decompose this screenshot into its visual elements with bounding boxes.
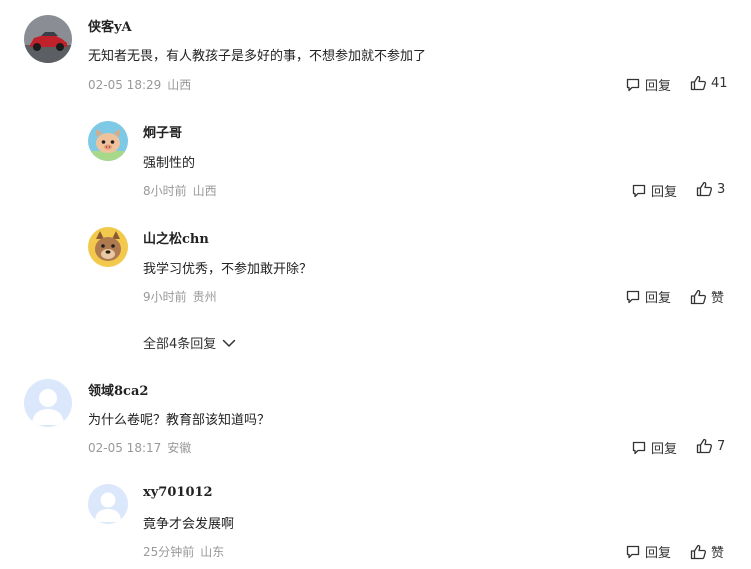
username[interactable]: 山之松chn [143, 228, 209, 247]
comment-text: 强制性的 [143, 156, 196, 171]
expand-replies-label: 全部4条回复 [143, 337, 217, 352]
comment-meta: 8小时前 山西 [143, 182, 217, 199]
comment-text: 无知者无畏，有人教孩子是多好的事，不想参加就不参加了 [88, 49, 427, 64]
username[interactable]: 炯子哥 [143, 122, 182, 141]
comment-text: 我学习优秀，不参加敢开除？ [143, 262, 313, 277]
comment-icon [632, 184, 646, 197]
avatar[interactable] [88, 484, 128, 524]
comment-meta: 02-05 18:29 山西 [88, 76, 191, 93]
like-button[interactable]: 7 [696, 438, 725, 454]
like-button[interactable]: 赞 [690, 287, 724, 306]
avatar[interactable] [88, 227, 128, 267]
thumbs-up-icon [690, 75, 707, 91]
comment-meta: 02-05 18:17 安徽 [88, 439, 191, 456]
avatar[interactable] [88, 121, 128, 161]
comment-text: 为什么卷呢？教育部该知道吗？ [88, 413, 271, 428]
like-count: 3 [717, 181, 726, 197]
expand-replies-button[interactable]: 全部4条回复 [143, 333, 236, 352]
like-button[interactable]: 3 [696, 181, 725, 197]
comment-text: 竟争才会发展啊 [143, 517, 235, 532]
like-button[interactable]: 赞 [690, 542, 724, 561]
comment-location: 山西 [167, 78, 192, 92]
like-button[interactable]: 41 [690, 75, 728, 91]
like-label: 赞 [711, 546, 725, 561]
comment-time: 25分钟前 [143, 545, 195, 559]
reply-label: 回复 [651, 442, 678, 457]
avatar[interactable] [24, 15, 72, 63]
like-count: 41 [711, 75, 728, 91]
thumbs-up-icon [696, 438, 713, 454]
comment-time: 9小时前 [143, 290, 187, 304]
comment-location: 安徽 [167, 441, 192, 455]
thumbs-up-icon [696, 181, 713, 197]
reply-label: 回复 [645, 291, 672, 306]
reply-label: 回复 [651, 185, 678, 200]
comment-icon [626, 545, 640, 558]
chevron-down-icon [223, 339, 236, 347]
comment-icon [632, 441, 646, 454]
reply-button[interactable]: 回复 [625, 75, 671, 94]
reply-button[interactable]: 回复 [625, 542, 671, 561]
like-label: 赞 [711, 291, 725, 306]
reply-label: 回复 [645, 79, 672, 94]
comment-time: 8小时前 [143, 184, 187, 198]
comment-meta: 25分钟前 山东 [143, 543, 224, 560]
username[interactable]: 领域8ca2 [88, 380, 148, 399]
like-count: 7 [717, 438, 726, 454]
comment-location: 山东 [200, 545, 225, 559]
comment-location: 贵州 [192, 290, 217, 304]
reply-label: 回复 [645, 546, 672, 561]
reply-button[interactable]: 回复 [631, 181, 677, 200]
comment-meta: 9小时前 贵州 [143, 288, 217, 305]
comment-time: 02-05 18:29 [88, 78, 162, 92]
comment-time: 02-05 18:17 [88, 441, 162, 455]
username[interactable]: 侠客yA [88, 16, 132, 35]
thumbs-up-icon [690, 544, 707, 559]
username[interactable]: xy701012 [143, 485, 213, 500]
comment-icon [626, 78, 640, 91]
reply-button[interactable]: 回复 [625, 287, 671, 306]
comment-icon [626, 290, 640, 303]
thumbs-up-icon [690, 289, 707, 304]
comment-location: 山西 [192, 184, 217, 198]
reply-button[interactable]: 回复 [631, 438, 677, 457]
avatar[interactable] [24, 379, 72, 427]
